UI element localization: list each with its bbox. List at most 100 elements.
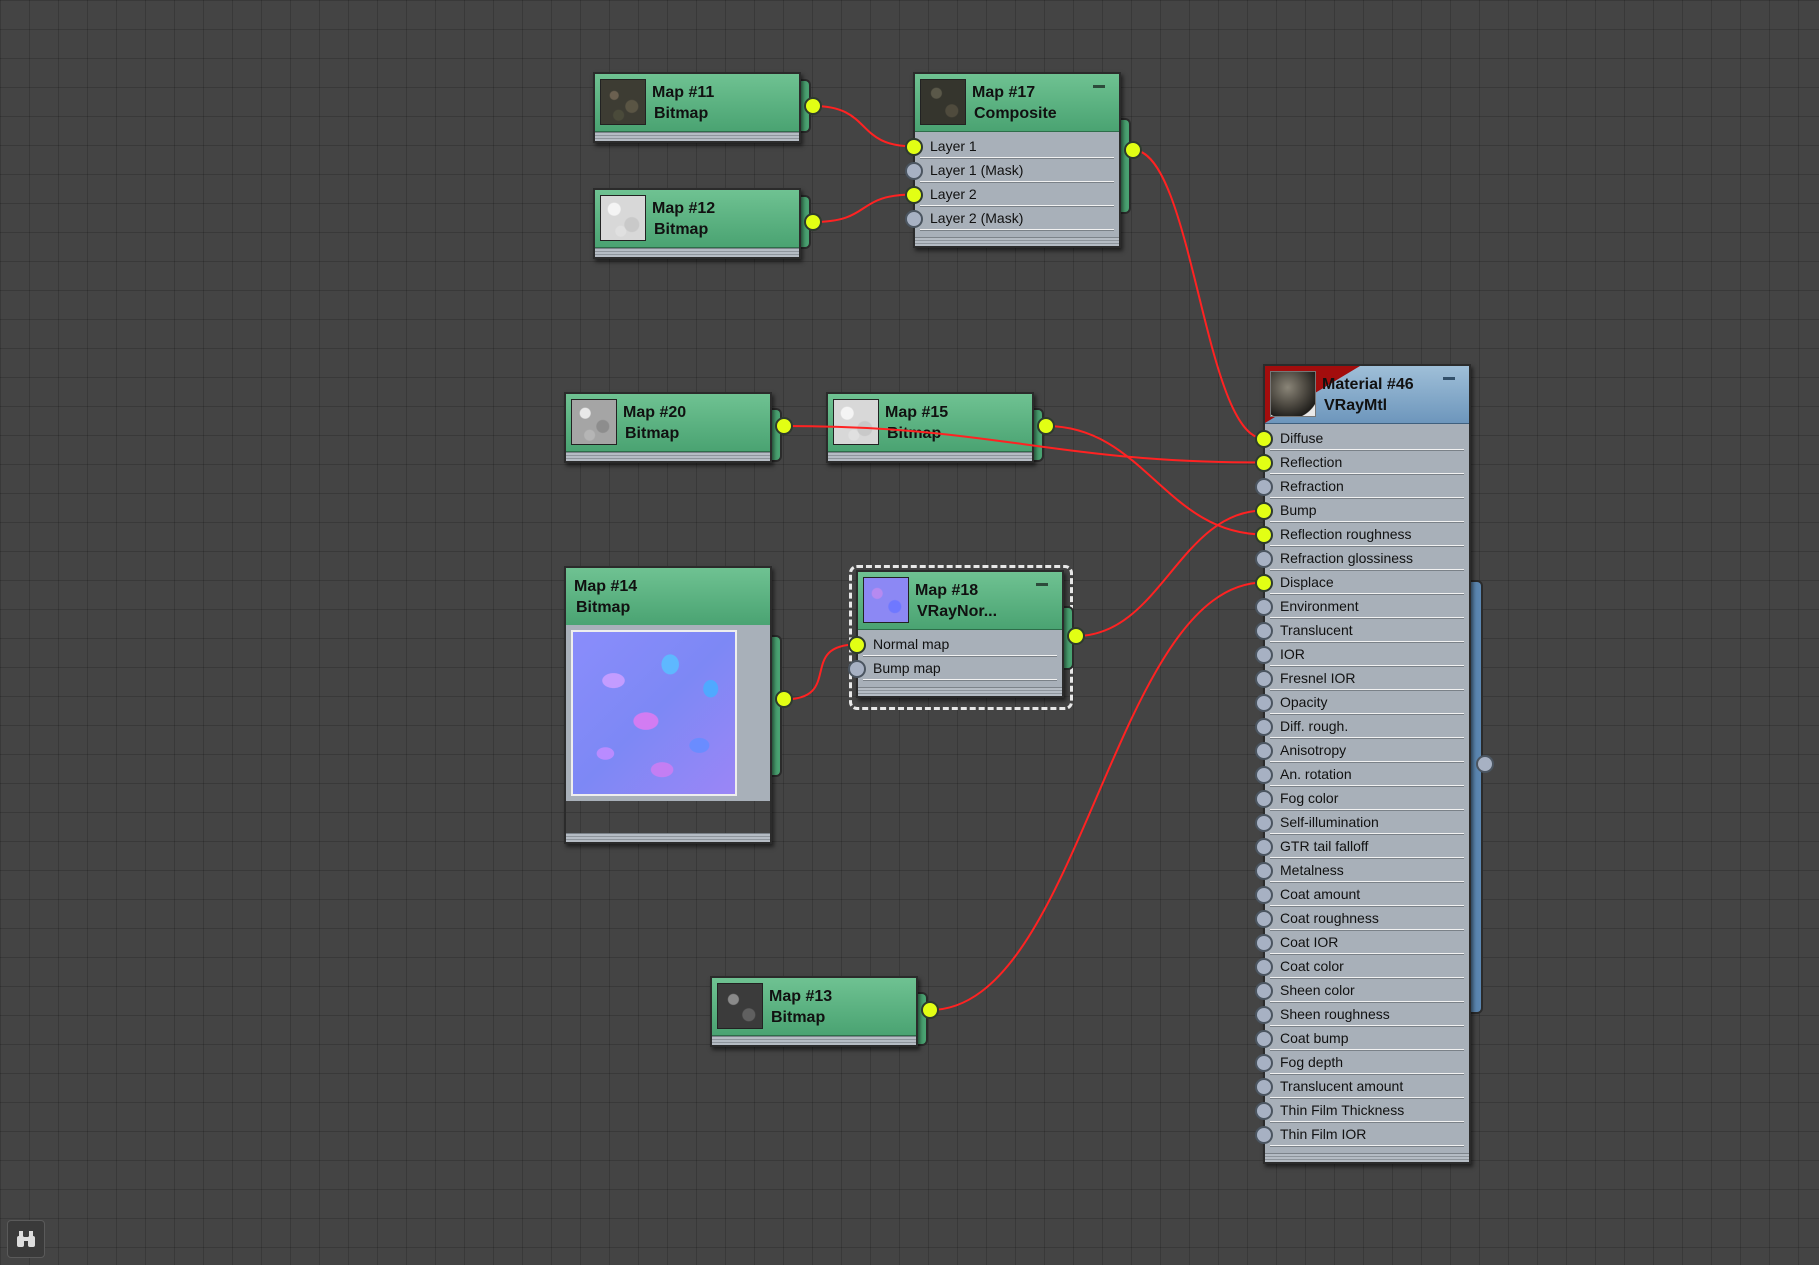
collapse-icon[interactable] [1443, 377, 1455, 380]
param-thin-film-thickness[interactable]: Thin Film Thickness [1270, 1099, 1464, 1122]
param-anisotropy[interactable]: Anisotropy [1270, 739, 1464, 762]
find-button[interactable] [7, 1220, 45, 1258]
input-socket[interactable] [848, 659, 866, 678]
output-socket[interactable] [1124, 141, 1142, 159]
collapse-icon[interactable] [1093, 85, 1105, 88]
connection-wire[interactable] [1132, 149, 1265, 440]
output-socket[interactable] [804, 97, 822, 115]
input-socket[interactable] [1255, 429, 1273, 448]
node-map-11[interactable]: Map #11 Bitmap [593, 72, 801, 143]
node-map-17[interactable]: Map #17 Composite Layer 1 Layer 1 (Mask)… [913, 72, 1121, 248]
param-coat-amount[interactable]: Coat amount [1270, 883, 1464, 906]
node-header[interactable]: Map #13 Bitmap [712, 978, 916, 1036]
output-socket[interactable] [775, 417, 793, 435]
input-socket[interactable] [905, 161, 923, 180]
node-material-46[interactable]: Material #46 VRayMtl Diffuse Reflection Re… [1263, 364, 1471, 1164]
param-bump[interactable]: Bump [1270, 499, 1464, 522]
node-header[interactable]: Map #17 Composite [915, 74, 1119, 132]
input-socket[interactable] [1255, 789, 1273, 808]
output-socket[interactable] [1037, 417, 1055, 435]
input-socket[interactable] [1255, 1005, 1273, 1024]
param-bump-map[interactable]: Bump map [863, 657, 1057, 680]
param-layer-2[interactable]: Layer 2 [920, 183, 1114, 206]
node-map-12[interactable]: Map #12 Bitmap [593, 188, 801, 259]
input-socket[interactable] [1255, 813, 1273, 832]
param-diffuse[interactable]: Diffuse [1270, 427, 1464, 450]
param-coat-color[interactable]: Coat color [1270, 955, 1464, 978]
output-socket[interactable] [775, 690, 793, 709]
input-socket[interactable] [1255, 573, 1273, 592]
connection-wire[interactable] [1075, 509, 1265, 637]
param-layer-1[interactable]: Layer 1 [920, 135, 1114, 158]
param-an-rotation[interactable]: An. rotation [1270, 763, 1464, 786]
param-normal-map[interactable]: Normal map [863, 633, 1057, 656]
output-socket[interactable] [921, 1001, 939, 1019]
input-socket[interactable] [1255, 669, 1273, 688]
param-reflection[interactable]: Reflection [1270, 451, 1464, 474]
param-translucent[interactable]: Translucent [1270, 619, 1464, 642]
input-socket[interactable] [1255, 1053, 1273, 1072]
input-socket[interactable] [1255, 1101, 1273, 1120]
input-socket[interactable] [1255, 957, 1273, 976]
input-socket[interactable] [1255, 981, 1273, 1000]
node-map-14[interactable]: Map #14 Bitmap [564, 566, 772, 844]
output-socket[interactable] [1067, 627, 1085, 645]
param-refraction-glossiness[interactable]: Refraction glossiness [1270, 547, 1464, 570]
output-socket[interactable] [1476, 755, 1494, 773]
input-socket[interactable] [1255, 837, 1273, 856]
input-socket[interactable] [1255, 885, 1273, 904]
connection-wire[interactable] [812, 105, 915, 148]
input-socket[interactable] [1255, 1029, 1273, 1048]
node-header[interactable]: Material #46 VRayMtl [1265, 366, 1469, 424]
input-socket[interactable] [1255, 501, 1273, 520]
input-socket[interactable] [905, 209, 923, 228]
input-socket[interactable] [1255, 933, 1273, 952]
input-socket[interactable] [1255, 717, 1273, 736]
input-socket[interactable] [1255, 741, 1273, 760]
param-gtr-tail-falloff[interactable]: GTR tail falloff [1270, 835, 1464, 858]
output-socket[interactable] [804, 213, 822, 231]
input-socket[interactable] [1255, 453, 1273, 472]
input-socket[interactable] [1255, 549, 1273, 568]
input-socket[interactable] [1255, 909, 1273, 928]
input-socket[interactable] [1255, 765, 1273, 784]
input-socket[interactable] [1255, 645, 1273, 664]
param-metalness[interactable]: Metalness [1270, 859, 1464, 882]
param-coat-roughness[interactable]: Coat roughness [1270, 907, 1464, 930]
node-header[interactable]: Map #11 Bitmap [595, 74, 799, 132]
node-header[interactable]: Map #20 Bitmap [566, 394, 770, 452]
param-fog-color[interactable]: Fog color [1270, 787, 1464, 810]
param-coat-bump[interactable]: Coat bump [1270, 1027, 1464, 1050]
collapse-icon[interactable] [1036, 583, 1048, 586]
connection-wire[interactable] [783, 643, 858, 701]
node-map-15[interactable]: Map #15 Bitmap [826, 392, 1034, 463]
param-thin-film-ior[interactable]: Thin Film IOR [1270, 1123, 1464, 1146]
node-map-13[interactable]: Map #13 Bitmap [710, 976, 918, 1047]
param-diff-rough[interactable]: Diff. rough. [1270, 715, 1464, 738]
param-environment[interactable]: Environment [1270, 595, 1464, 618]
input-socket[interactable] [1255, 621, 1273, 640]
node-map-18[interactable]: Map #18 VRayNor... Normal map Bump map [856, 570, 1064, 698]
param-self-illumination[interactable]: Self-illumination [1270, 811, 1464, 834]
param-fog-depth[interactable]: Fog depth [1270, 1051, 1464, 1074]
input-socket[interactable] [1255, 861, 1273, 880]
input-socket[interactable] [1255, 477, 1273, 496]
param-reflection-roughness[interactable]: Reflection roughness [1270, 523, 1464, 546]
input-socket[interactable] [905, 137, 923, 156]
input-socket[interactable] [1255, 597, 1273, 616]
input-socket[interactable] [1255, 693, 1273, 712]
param-displace[interactable]: Displace [1270, 571, 1464, 594]
node-map-20[interactable]: Map #20 Bitmap [564, 392, 772, 463]
param-layer-1-mask[interactable]: Layer 1 (Mask) [920, 159, 1114, 182]
input-socket[interactable] [848, 635, 866, 654]
param-opacity[interactable]: Opacity [1270, 691, 1464, 714]
connection-wire[interactable] [1045, 425, 1265, 536]
input-socket[interactable] [1255, 525, 1273, 544]
param-translucent-amount[interactable]: Translucent amount [1270, 1075, 1464, 1098]
param-sheen-roughness[interactable]: Sheen roughness [1270, 1003, 1464, 1026]
node-header[interactable]: Map #14 Bitmap [566, 568, 770, 626]
node-header[interactable]: Map #15 Bitmap [828, 394, 1032, 452]
node-header[interactable]: Map #12 Bitmap [595, 190, 799, 248]
input-socket[interactable] [905, 185, 923, 204]
node-editor-canvas[interactable]: Map #11 Bitmap Map #12 Bitmap Map #17 Co… [0, 0, 1819, 1265]
